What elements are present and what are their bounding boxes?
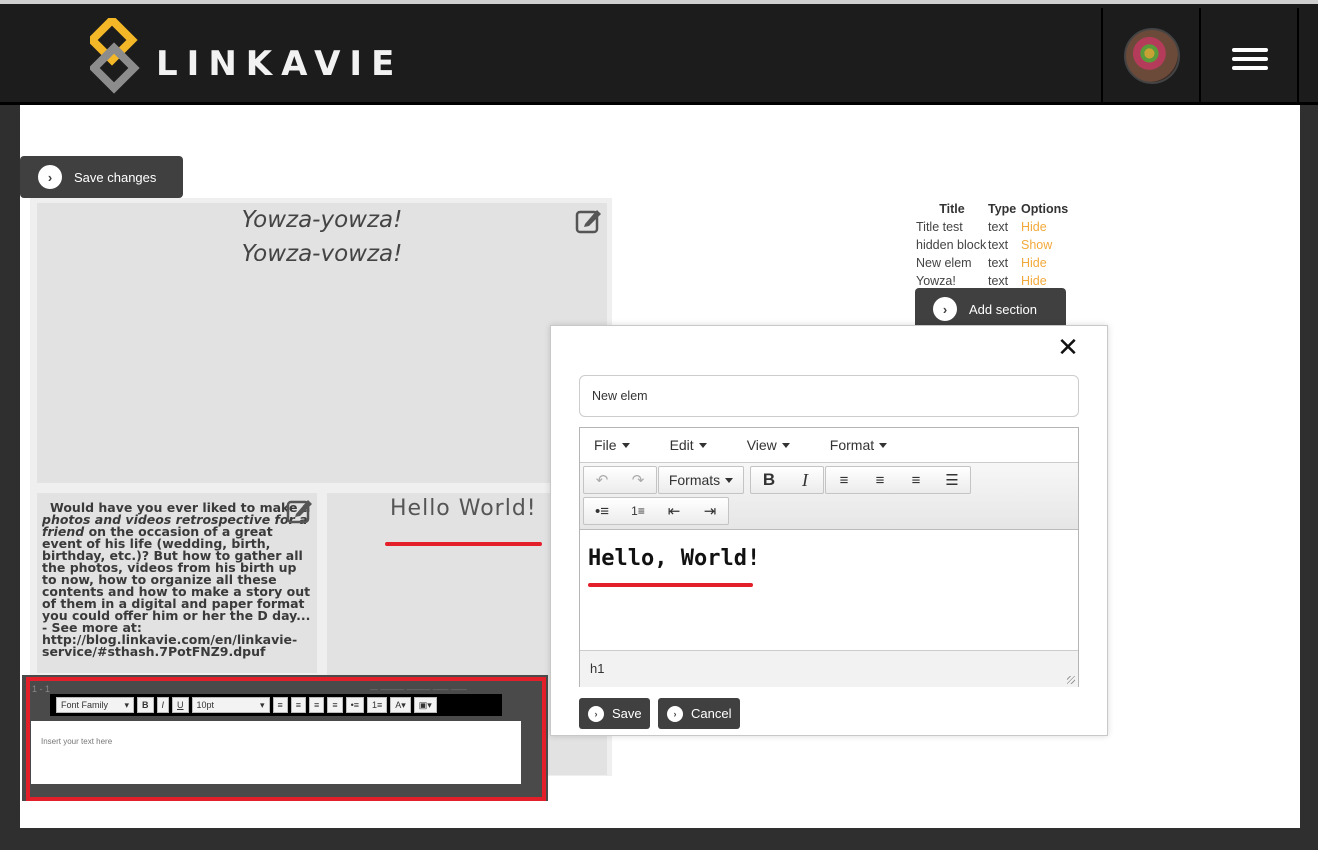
- editor-content[interactable]: Hello, World!: [580, 530, 1078, 650]
- menu-view[interactable]: View: [739, 437, 798, 453]
- bullet-list-icon[interactable]: •≡: [584, 498, 620, 524]
- header-divider: [1297, 8, 1299, 105]
- chevron-down-icon: [879, 442, 888, 448]
- header-divider: [1101, 8, 1103, 105]
- save-changes-label: Save changes: [74, 169, 157, 185]
- section-title-value: New elem: [592, 389, 648, 403]
- highlight-underline: [588, 583, 753, 587]
- close-icon[interactable]: ✕: [1056, 335, 1080, 361]
- row-type: text: [988, 256, 1009, 270]
- menu-edit[interactable]: Edit: [662, 437, 715, 453]
- row-option-link[interactable]: Hide: [1021, 256, 1081, 270]
- redo-icon[interactable]: ↷: [620, 467, 656, 493]
- user-avatar[interactable]: [1124, 28, 1180, 84]
- cancel-button[interactable]: › Cancel: [658, 698, 740, 729]
- header-type: Type: [988, 202, 1017, 216]
- outdent-icon[interactable]: ⇤: [656, 498, 692, 524]
- menu-edit-label: Edit: [669, 437, 694, 453]
- justify-icon[interactable]: ☰: [934, 467, 970, 493]
- table-row: hidden block text Show: [916, 236, 1081, 254]
- row-type: text: [988, 238, 1009, 252]
- brand-name: LINKAVIE: [156, 44, 404, 84]
- add-section-button[interactable]: › Add section: [915, 288, 1066, 330]
- sections-table: Title Type Options Title test text Hide …: [916, 200, 1081, 290]
- row-option-link[interactable]: Show: [1021, 238, 1081, 252]
- chevron-right-icon: ›: [38, 165, 62, 189]
- element-path[interactable]: h1: [590, 661, 604, 676]
- header-title: Title: [939, 202, 965, 216]
- formats-group: Formats: [658, 466, 744, 494]
- align-right-icon[interactable]: ≡: [898, 467, 934, 493]
- formats-label: Formats: [668, 472, 721, 488]
- story-text: Would have you ever liked to make a phot…: [42, 501, 314, 659]
- chevron-down-icon: [698, 442, 707, 448]
- align-group: ≡ ≡ ≡ ☰: [825, 466, 971, 494]
- highlight-box: [26, 677, 546, 801]
- logo-mark-icon: [90, 18, 140, 94]
- section-title-input[interactable]: New elem: [579, 375, 1079, 417]
- history-group: ↶ ↷: [583, 466, 657, 494]
- rich-text-editor: File Edit View Format ↶ ↷ Formats B I ≡ …: [579, 427, 1079, 687]
- row-title: Title test: [916, 220, 963, 234]
- edit-icon[interactable]: [286, 496, 314, 524]
- indent-icon[interactable]: ⇥: [692, 498, 728, 524]
- top-bar: LINKAVIE: [0, 0, 1318, 105]
- row-type: text: [988, 274, 1009, 288]
- chevron-down-icon: [621, 442, 630, 448]
- menu-format-label: Format: [829, 437, 875, 453]
- row-title: New elem: [916, 256, 972, 270]
- align-center-icon[interactable]: ≡: [862, 467, 898, 493]
- italic-button[interactable]: I: [787, 467, 823, 493]
- table-row: New elem text Hide: [916, 254, 1081, 272]
- save-label: Save: [612, 706, 642, 721]
- add-section-label: Add section: [969, 301, 1037, 317]
- story-text-body: on the occasion of a great event of his …: [42, 524, 311, 659]
- list-group: •≡ 1≡ ⇤ ⇥: [583, 497, 729, 525]
- row-option-link[interactable]: Hide: [1021, 274, 1081, 288]
- editor-menubar: File Edit View Format: [580, 428, 1078, 463]
- table-header: Title Type Options: [916, 200, 1081, 218]
- linkavie-logo[interactable]: LINKAVIE: [90, 18, 420, 96]
- row-option-link[interactable]: Hide: [1021, 220, 1081, 234]
- cancel-label: Cancel: [691, 706, 732, 721]
- formats-dropdown[interactable]: Formats: [659, 467, 743, 493]
- menu-format[interactable]: Format: [822, 437, 895, 453]
- chevron-down-icon: [725, 477, 734, 483]
- hamburger-icon[interactable]: [1232, 48, 1268, 70]
- menu-file-label: File: [594, 437, 617, 453]
- yowza-heading-repeat: Yowza-yowza!: [241, 241, 403, 261]
- content-heading: Hello, World!: [588, 546, 761, 571]
- style-group: B I: [750, 466, 824, 494]
- header-options: Options: [1021, 202, 1069, 216]
- highlight-underline: [385, 542, 542, 546]
- menu-view-label: View: [746, 437, 777, 453]
- save-button[interactable]: › Save: [579, 698, 650, 729]
- chevron-right-icon: ›: [933, 297, 957, 321]
- row-title: Yowza!: [916, 274, 956, 288]
- block-yowza[interactable]: Yowza-yowza! Yowza-yowza!: [37, 203, 607, 483]
- numbered-list-icon[interactable]: 1≡: [620, 498, 656, 524]
- row-type: text: [988, 220, 1009, 234]
- editor-statusbar: h1: [580, 650, 1078, 687]
- row-title: hidden block: [916, 238, 987, 252]
- edit-icon[interactable]: [575, 206, 603, 234]
- align-left-icon[interactable]: ≡: [826, 467, 862, 493]
- menu-file[interactable]: File: [586, 437, 638, 453]
- chevron-right-icon: ›: [588, 705, 604, 722]
- chevron-down-icon: [781, 442, 790, 448]
- header-divider: [1199, 8, 1201, 105]
- chevron-right-icon: ›: [667, 705, 683, 722]
- resize-handle-icon[interactable]: [1067, 676, 1075, 684]
- save-changes-button[interactable]: › Save changes: [20, 156, 183, 198]
- table-row: Title test text Hide: [916, 218, 1081, 236]
- editor-toolbar: ↶ ↷ Formats B I ≡ ≡ ≡ ☰ •≡ 1≡ ⇤ ⇥: [580, 463, 1078, 530]
- hello-world-text: Hello World!: [390, 496, 537, 521]
- undo-icon[interactable]: ↶: [584, 467, 620, 493]
- yowza-heading: Yowza-yowza!: [241, 207, 403, 233]
- bold-button[interactable]: B: [751, 467, 787, 493]
